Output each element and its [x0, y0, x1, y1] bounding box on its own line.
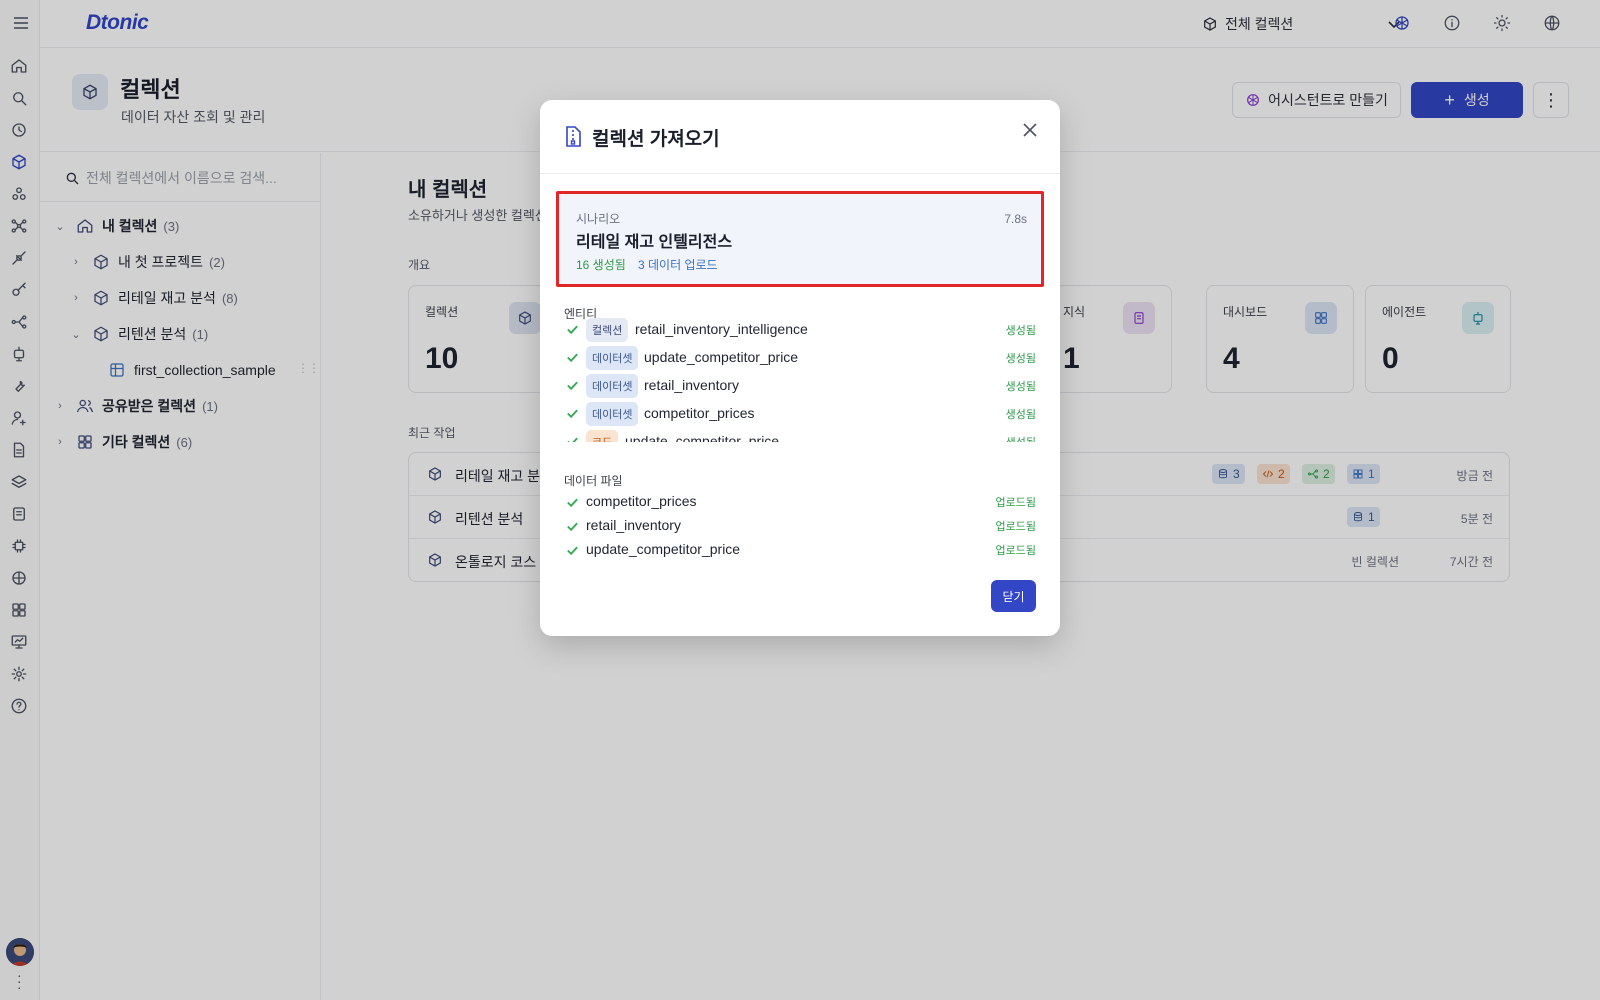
close-button[interactable]: 닫기: [991, 580, 1036, 612]
entity-status: 생성됨: [1005, 353, 1036, 365]
scenario-duration: 7.8s: [1004, 212, 1027, 226]
entity-type-badge: 데이터셋: [586, 374, 639, 398]
dialog-header: 컬렉션 가져오기: [540, 100, 1060, 174]
entity-name: retail_inventory_intelligence: [635, 321, 808, 337]
file-row: retail_inventory 업로드됨: [540, 514, 1060, 538]
check-icon: [566, 496, 579, 509]
entity-name: update_competitor_price: [625, 433, 780, 442]
created-count: 16 생성됨: [576, 258, 626, 272]
close-icon[interactable]: [1020, 120, 1040, 140]
entity-type-badge: 데이터셋: [586, 402, 639, 426]
file-row: update_competitor_price 업로드됨: [540, 538, 1060, 562]
entity-name: update_competitor_price: [644, 349, 799, 365]
file-status: 업로드됨: [995, 521, 1036, 533]
check-icon: [566, 379, 579, 392]
entity-name: competitor_prices: [644, 405, 755, 421]
scenario-summary-card: 시나리오 7.8s 리테일 재고 인텔리전스 16 생성됨 3 데이터 업로드: [556, 191, 1044, 287]
entity-type-badge: 데이터셋: [586, 346, 639, 370]
dialog-title: 컬렉션 가져오기: [592, 129, 720, 150]
entity-name: retail_inventory: [644, 377, 739, 393]
file-status: 업로드됨: [995, 497, 1036, 509]
entity-row: 코드 update_competitor_price 생성됨: [540, 428, 1060, 442]
file-name: update_competitor_price: [586, 541, 741, 557]
entity-status: 생성됨: [1006, 434, 1036, 442]
entity-row: 데이터셋 competitor_prices 생성됨: [540, 400, 1060, 428]
entity-type-badge: 컬렉션: [586, 318, 629, 342]
import-collection-dialog: 컬렉션 가져오기 시나리오 7.8s 리테일 재고 인텔리전스 16 생성됨 3…: [540, 100, 1060, 636]
data-files-section-label: 데이터 파일: [564, 474, 623, 488]
file-row: competitor_prices 업로드됨: [540, 490, 1060, 514]
entity-status: 생성됨: [1005, 381, 1036, 393]
check-icon: [566, 520, 579, 533]
entity-status: 생성됨: [1005, 409, 1036, 421]
check-icon: [566, 351, 579, 364]
check-icon: [566, 544, 579, 557]
entity-row: 데이터셋 retail_inventory 생성됨: [540, 372, 1060, 400]
file-status: 업로드됨: [995, 545, 1036, 557]
check-icon: [566, 323, 579, 336]
file-name: retail_inventory: [586, 517, 681, 533]
entity-list[interactable]: 컬렉션 retail_inventory_intelligence 생성됨 데이…: [540, 316, 1060, 442]
uploaded-count: 3 데이터 업로드: [638, 258, 718, 272]
entity-type-badge: 코드: [586, 430, 619, 442]
scenario-name: 리테일 재고 인텔리전스: [576, 234, 733, 251]
entity-status: 생성됨: [1005, 325, 1036, 337]
entity-row: 데이터셋 update_competitor_price 생성됨: [540, 344, 1060, 372]
file-name: competitor_prices: [586, 493, 697, 509]
check-icon: [566, 407, 579, 420]
entity-row: 컬렉션 retail_inventory_intelligence 생성됨: [540, 316, 1060, 344]
zip-file-icon: [564, 126, 582, 148]
scenario-kicker: 시나리오: [576, 212, 621, 226]
check-icon: [566, 435, 579, 442]
